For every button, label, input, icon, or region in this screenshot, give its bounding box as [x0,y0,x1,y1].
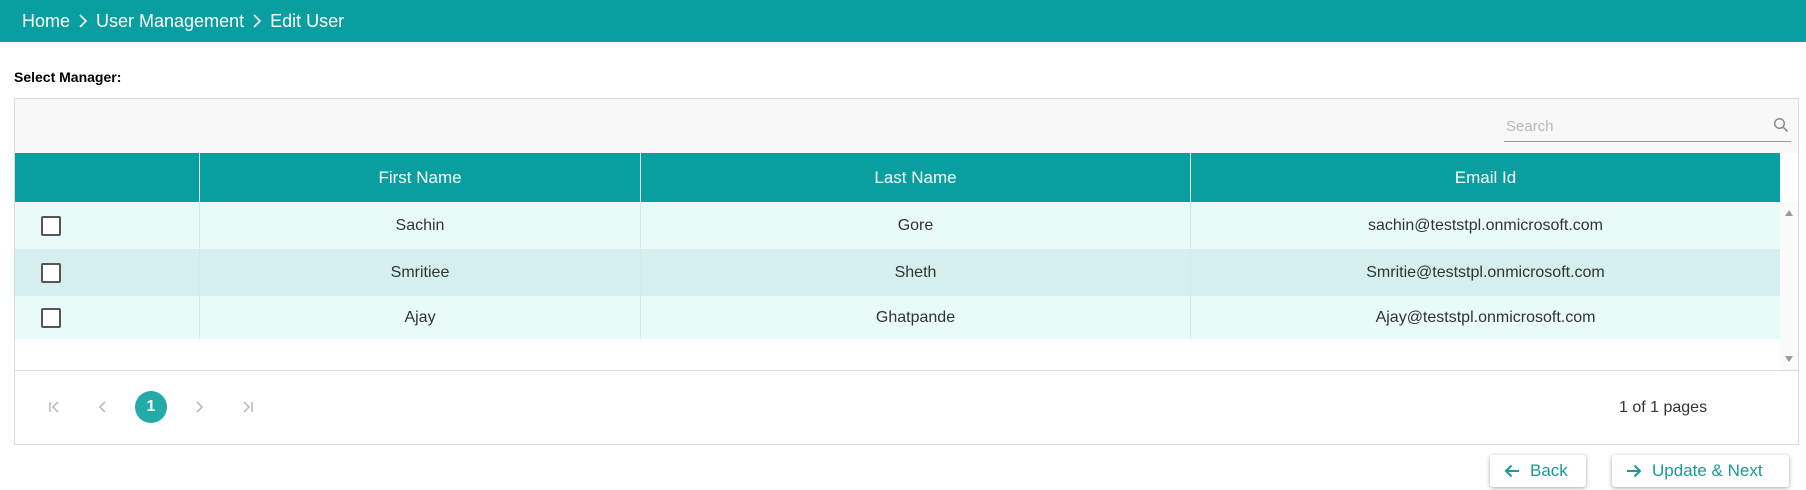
first-name-cell: Smritiee [200,249,641,296]
breadcrumb-bar: Home User Management Edit User [0,0,1806,42]
select-cell [15,249,200,296]
arrow-right-icon [1627,464,1642,478]
arrow-left-icon [1504,464,1519,478]
first-name-cell: Sachin [200,202,641,249]
search-icon[interactable] [1773,117,1789,133]
column-header-email-id[interactable]: Email Id [1191,153,1780,202]
vertical-scrollbar[interactable] [1780,202,1798,370]
chevron-right-icon [244,0,270,42]
breadcrumb-edit-user: Edit User [270,10,345,31]
next-page-icon[interactable] [183,391,215,423]
last-name-cell: Gore [641,202,1191,249]
manager-grid: First Name Last Name Email Id Sachin Gor… [14,98,1799,445]
table-row[interactable]: Ajay Ghatpande Ajay@teststpl.onmicrosoft… [15,296,1780,339]
select-manager-label: Select Manager: [14,69,122,85]
last-name-cell: Ghatpande [641,296,1191,339]
column-header-select[interactable] [15,153,200,202]
email-cell: sachin@teststpl.onmicrosoft.com [1368,216,1603,234]
table-row[interactable]: Sachin Gore sachin@teststpl.onmicrosoft.… [15,202,1780,249]
row-checkbox[interactable] [41,307,61,328]
back-button[interactable]: Back [1490,455,1586,487]
search-box [1504,111,1791,142]
pager: 1 1 of 1 pages [15,371,1798,444]
first-name-cell: Ajay [200,296,641,339]
scroll-down-icon[interactable] [1785,356,1793,362]
breadcrumb-home[interactable]: Home [22,11,70,32]
last-page-icon[interactable] [231,391,263,423]
grid-body: Sachin Gore sachin@teststpl.onmicrosoft.… [15,202,1798,371]
select-cell [15,202,200,249]
grid-toolbar [15,99,1798,153]
row-checkbox[interactable] [41,215,61,236]
page-number-button[interactable]: 1 [135,391,167,423]
first-page-icon[interactable] [39,391,71,423]
chevron-right-icon [70,0,96,42]
update-next-button[interactable]: Update & Next [1612,455,1789,487]
column-header-first-name[interactable]: First Name [200,153,641,202]
table-row[interactable]: Smritiee Sheth Smritie@teststpl.onmicros… [15,249,1780,296]
search-input[interactable] [1504,111,1763,141]
row-checkbox[interactable] [41,262,61,283]
grid-header: First Name Last Name Email Id [15,153,1780,202]
back-button-label: Back [1530,461,1568,480]
last-name-cell: Sheth [641,249,1191,296]
scroll-up-icon[interactable] [1785,210,1793,216]
email-cell: Smritie@teststpl.onmicrosoft.com [1366,263,1605,281]
page-info: 1 of 1 pages [1619,399,1708,416]
previous-page-icon[interactable] [87,391,119,423]
column-header-last-name[interactable]: Last Name [641,153,1191,202]
update-next-button-label: Update & Next [1652,461,1763,480]
select-cell [15,296,200,339]
breadcrumb-user-management[interactable]: User Management [96,11,244,32]
email-cell: Ajay@teststpl.onmicrosoft.com [1375,308,1596,326]
